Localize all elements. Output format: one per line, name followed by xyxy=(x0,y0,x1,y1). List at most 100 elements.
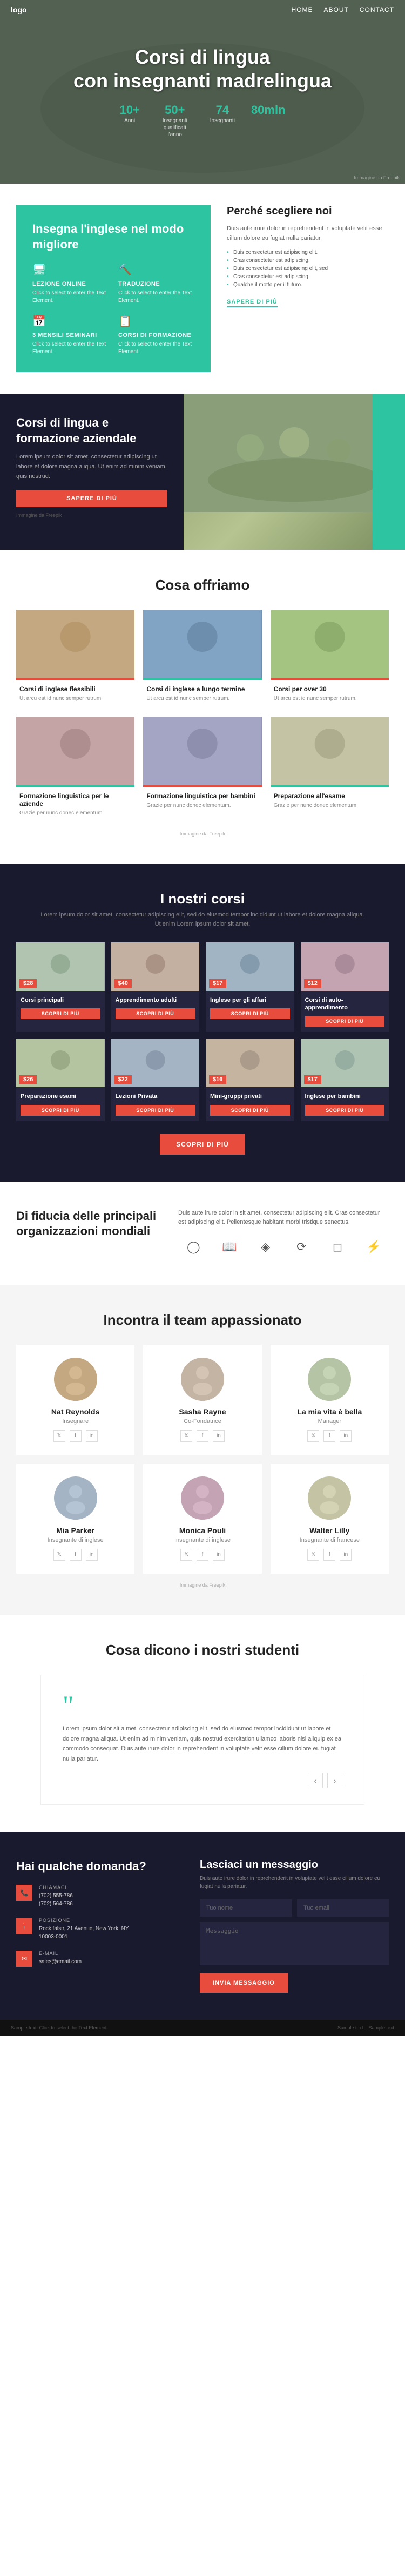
offriamo-card-img-1 xyxy=(143,610,261,680)
team-avatar-sasha xyxy=(181,1358,224,1401)
corso-card-7: $17 Inglese per bambini SCOPRI DI PIÙ xyxy=(301,1039,389,1121)
nav-home[interactable]: HOME xyxy=(292,6,313,14)
offriamo-card-title-2: Corsi per over 30 xyxy=(274,685,386,693)
corsi-more-btn[interactable]: SCOPRI DI PIÙ xyxy=(160,1134,245,1155)
testimonial-next-btn[interactable]: › xyxy=(327,1773,342,1788)
social-fb-monica[interactable]: f xyxy=(197,1549,208,1561)
form-submit-btn[interactable]: INVIA MESSAGGIO xyxy=(200,1973,288,1993)
social-twitter-bella[interactable]: 𝕏 xyxy=(307,1430,319,1442)
social-ig-mia[interactable]: in xyxy=(86,1549,98,1561)
offriamo-card-2: Corsi per over 30 Ut arcu est id nunc se… xyxy=(271,610,389,708)
social-twitter-mia[interactable]: 𝕏 xyxy=(53,1549,65,1561)
perche-list-item: Cras consectetur est adipiscing. xyxy=(227,273,389,281)
offriamo-card-text-2: Ut arcu est id nunc semper rutrum. xyxy=(274,695,386,703)
seminari-text: Click to select to enter the Text Elemen… xyxy=(32,341,109,356)
footer-link-1[interactable]: Sample text xyxy=(368,2025,394,2031)
social-twitter-walter[interactable]: 𝕏 xyxy=(307,1549,319,1561)
corso-price-0: $28 xyxy=(19,979,37,988)
footer-links: Sample text Sample text xyxy=(338,2025,394,2031)
perche-title: Perché scegliere noi xyxy=(227,205,389,218)
offriamo-title: Cosa offriamo xyxy=(16,577,389,594)
social-ig-walter[interactable]: in xyxy=(340,1549,352,1561)
form-email-input[interactable] xyxy=(297,1899,389,1917)
testimonial-prev-btn[interactable]: ‹ xyxy=(308,1773,323,1788)
social-ig-monica[interactable]: in xyxy=(213,1549,225,1561)
team-role-sasha: Co-Fondatrice xyxy=(152,1418,253,1425)
team-img-credit: Immagine da Freepik xyxy=(16,1582,389,1588)
stat-insegnanti: 50+ Insegnanti qualificati l'anno xyxy=(156,103,194,138)
social-twitter-monica[interactable]: 𝕏 xyxy=(180,1549,192,1561)
offriamo-card-5: Preparazione all'esame Grazie per nunc d… xyxy=(271,717,389,822)
traduzione-icon: 🔨 xyxy=(118,263,194,277)
social-twitter-sasha[interactable]: 𝕏 xyxy=(180,1430,192,1442)
sapere-link[interactable]: SAPERE DI PIÙ xyxy=(227,299,278,307)
social-ig-bella[interactable]: in xyxy=(340,1430,352,1442)
corso-img-7: $17 xyxy=(301,1039,389,1087)
stat-anni: 10+ Anni xyxy=(119,103,139,138)
corso-btn-7[interactable]: SCOPRI DI PIÙ xyxy=(305,1105,385,1116)
logo-item-3: ⟳ xyxy=(286,1236,317,1258)
corso-content-5: Lezioni Privata SCOPRI DI PIÙ xyxy=(111,1087,200,1121)
perche-text: Duis aute irure dolor in reprehenderit i… xyxy=(227,224,389,243)
social-fb-nat[interactable]: f xyxy=(70,1430,82,1442)
corso-btn-2[interactable]: SCOPRI DI PIÙ xyxy=(210,1008,290,1019)
offriamo-card-text-3: Grazie per nunc donec elementum. xyxy=(19,810,131,817)
stat-80mln-num: 80mln xyxy=(251,103,286,117)
stat-anni-label: Anni xyxy=(119,117,139,124)
section-studenti: Cosa dicono i nostri studenti " Lorem ip… xyxy=(0,1615,405,1832)
offriamo-card-content-0: Corsi di inglese flessibili Ut arcu est … xyxy=(16,680,134,708)
offriamo-card-img-4 xyxy=(143,717,261,787)
team-role-mia: Insegnante di inglese xyxy=(25,1537,126,1543)
team-name-walter: Walter Lilly xyxy=(279,1526,380,1535)
corso-content-3: Corsi di auto-apprendimento SCOPRI DI PI… xyxy=(301,991,389,1033)
avatar-sasha xyxy=(181,1358,224,1401)
corso-btn-3[interactable]: SCOPRI DI PIÙ xyxy=(305,1016,385,1027)
corso-btn-5[interactable]: SCOPRI DI PIÙ xyxy=(116,1105,195,1116)
contatto-left: Hai qualche domanda? 📞 CHIAMACI (702) 55… xyxy=(16,1859,178,1993)
corso-content-7: Inglese per bambini SCOPRI DI PIÙ xyxy=(301,1087,389,1121)
seminari-icon: 📅 xyxy=(32,314,109,328)
corso-btn-4[interactable]: SCOPRI DI PIÙ xyxy=(21,1105,100,1116)
aziendali-btn[interactable]: SAPERE DI PIÙ xyxy=(16,490,167,507)
social-fb-walter[interactable]: f xyxy=(323,1549,335,1561)
contact-telefono-val0: (702) 555-786 xyxy=(39,1892,73,1900)
offriamo-card-content-1: Corsi di inglese a lungo termine Ut arcu… xyxy=(143,680,261,708)
corso-card-6: $16 Mini-gruppi privati SCOPRI DI PIÙ xyxy=(206,1039,294,1121)
aziendali-img-credit: Immagine da Freepik xyxy=(16,511,167,519)
offriamo-card-title-1: Corsi di inglese a lungo termine xyxy=(146,685,258,693)
aziendali-img-overlay xyxy=(373,394,405,549)
social-ig-sasha[interactable]: in xyxy=(213,1430,225,1442)
nav-links: HOME ABOUT CONTACT xyxy=(292,6,394,14)
corso-btn-1[interactable]: SCOPRI DI PIÙ xyxy=(116,1008,195,1019)
team-avatar-mia xyxy=(54,1476,97,1520)
team-name-sasha: Sasha Rayne xyxy=(152,1407,253,1416)
perche-list-item: Duis consectetur est adipiscing elit. xyxy=(227,248,389,257)
team-card-nat: Nat Reynolds Insegnare 𝕏 f in xyxy=(16,1345,134,1455)
team-title: Incontra il team appassionato xyxy=(16,1312,389,1329)
social-fb-mia[interactable]: f xyxy=(70,1549,82,1561)
corso-btn-0[interactable]: SCOPRI DI PIÙ xyxy=(21,1008,100,1019)
nav-contact[interactable]: CONTACT xyxy=(360,6,394,14)
location-icon: 📍 xyxy=(16,1918,32,1934)
form-name-input[interactable] xyxy=(200,1899,292,1917)
footer-link-0[interactable]: Sample text xyxy=(338,2025,363,2031)
social-fb-sasha[interactable]: f xyxy=(197,1430,208,1442)
contatto-right: Lasciaci un messaggio Duis aute irure do… xyxy=(200,1859,389,1993)
navigation: logo HOME ABOUT CONTACT xyxy=(0,0,405,19)
form-message-textarea[interactable] xyxy=(200,1922,389,1965)
insegna-title: Insegna l'inglese nel modo migliore xyxy=(32,221,194,252)
corso-price-7: $17 xyxy=(304,1075,321,1084)
corso-content-1: Apprendimento adulti SCOPRI DI PIÙ xyxy=(111,991,200,1024)
contact-email-label: E-MAIL xyxy=(39,1951,82,1956)
social-twitter-nat[interactable]: 𝕏 xyxy=(53,1430,65,1442)
social-ig-nat[interactable]: in xyxy=(86,1430,98,1442)
nav-about[interactable]: ABOUT xyxy=(324,6,349,14)
formazione-text: Click to select to enter the Text Elemen… xyxy=(118,341,194,356)
fiducia-title: Di fiducia delle principali organizzazio… xyxy=(16,1209,157,1239)
section-team: Incontra il team appassionato Nat Reynol… xyxy=(0,1285,405,1615)
corso-btn-6[interactable]: SCOPRI DI PIÙ xyxy=(210,1105,290,1116)
logo-shape-3: ⟳ xyxy=(296,1240,306,1254)
social-fb-bella[interactable]: f xyxy=(323,1430,335,1442)
team-grid: Nat Reynolds Insegnare 𝕏 f in Sasha Rayn… xyxy=(16,1345,389,1574)
stat-74: 74 Insegnanti xyxy=(210,103,235,138)
